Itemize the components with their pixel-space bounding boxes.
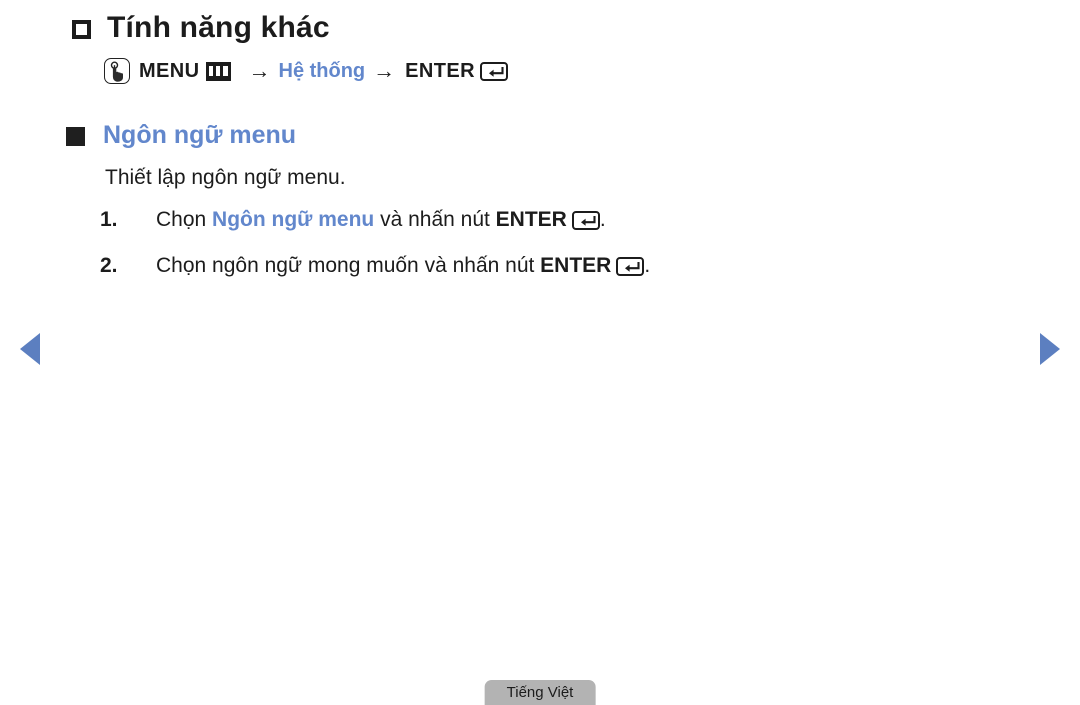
- step-highlight: Ngôn ngữ menu: [212, 208, 375, 231]
- enter-key-icon: [571, 210, 600, 230]
- enter-key-icon: [616, 256, 645, 276]
- step-enter-label: ENTER: [495, 208, 567, 231]
- enter-key-icon: [479, 61, 508, 81]
- subsection-heading: Ngôn ngữ menu: [66, 118, 296, 152]
- page-root: Tính năng khác MENU → Hệ thống → ENTER N…: [0, 0, 1080, 705]
- menu-path-destination: Hệ thống: [278, 60, 366, 82]
- page-title: Tính năng khác: [107, 11, 330, 44]
- step-text-after: .: [599, 208, 606, 231]
- path-arrow-2: →: [373, 58, 396, 83]
- step-number: 1.: [100, 208, 118, 231]
- subsection-title: Ngôn ngữ menu: [103, 121, 297, 149]
- triangle-right-icon[interactable]: [1040, 333, 1060, 365]
- enter-button-label: ENTER: [405, 60, 475, 82]
- language-badge: Tiếng Việt: [484, 680, 596, 705]
- step-text: Chọn Ngôn ngữ menu và nhấn nút ENTER.: [156, 205, 606, 235]
- menu-bars-icon: [205, 61, 231, 81]
- step-number: 2.: [100, 254, 118, 277]
- step-enter-label: ENTER: [540, 254, 612, 277]
- step-text: Chọn ngôn ngữ mong muốn và nhấn nút ENTE…: [156, 251, 650, 281]
- step-text-middle: và nhấn nút: [374, 208, 496, 231]
- hand-press-icon: [104, 58, 130, 84]
- solid-square-bullet-icon: [66, 127, 85, 146]
- section-heading: Tính năng khác: [72, 8, 330, 48]
- step-text-before: Chọn ngôn ngữ mong muốn và nhấn nút: [156, 254, 541, 277]
- menu-button-label: MENU: [139, 60, 200, 82]
- steps-list: 1. Chọn Ngôn ngữ menu và nhấn nút ENTER.…: [100, 205, 650, 297]
- path-arrow-1: →: [248, 58, 271, 83]
- hollow-square-bullet-icon: [72, 20, 98, 46]
- subsection-description: Thiết lập ngôn ngữ menu.: [105, 166, 346, 189]
- list-item: 1. Chọn Ngôn ngữ menu và nhấn nút ENTER.: [100, 205, 650, 235]
- list-item: 2. Chọn ngôn ngữ mong muốn và nhấn nút E…: [100, 251, 650, 281]
- step-text-after: .: [644, 254, 651, 277]
- step-text-before: Chọn: [156, 208, 213, 231]
- menu-path-breadcrumb: MENU → Hệ thống → ENTER: [104, 57, 508, 85]
- triangle-left-icon[interactable]: [20, 333, 40, 365]
